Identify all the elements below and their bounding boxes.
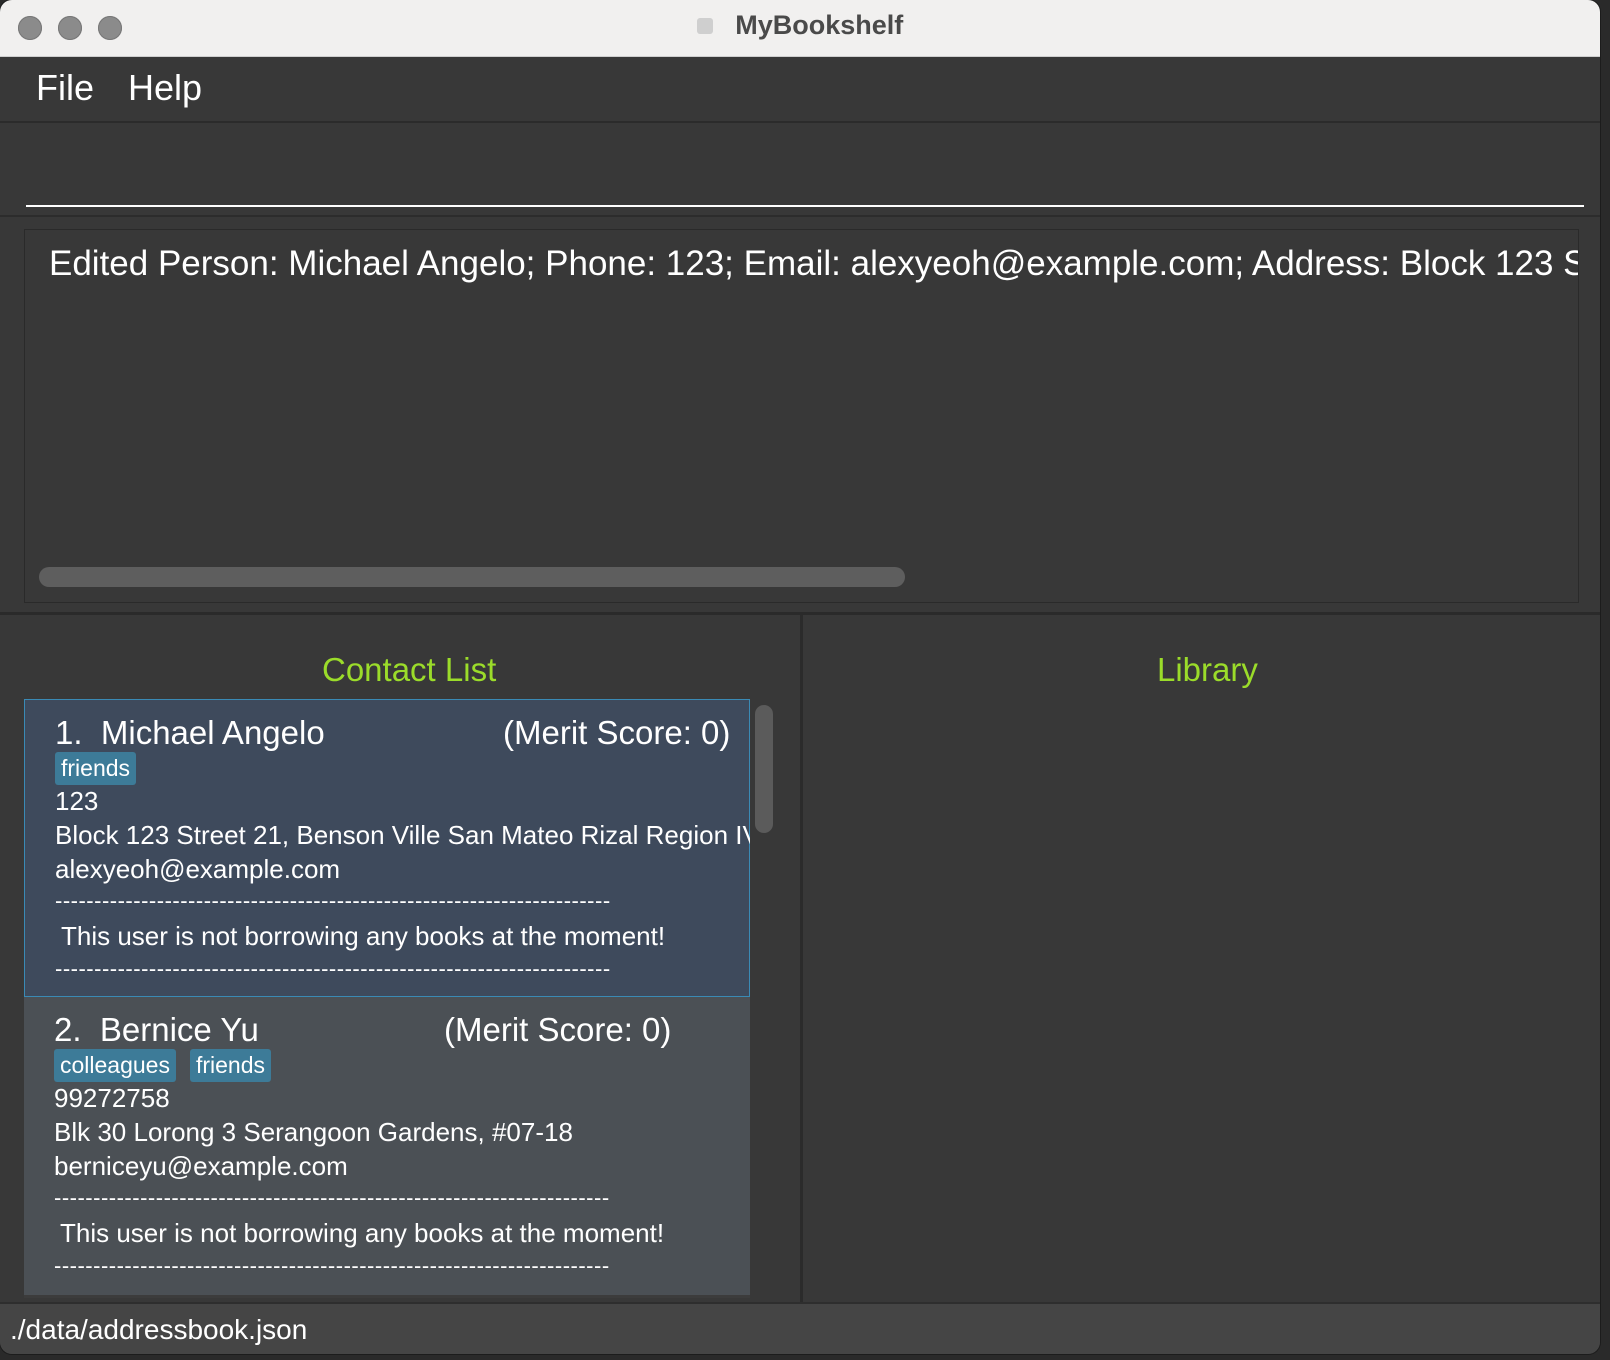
contact-name: 1. Michael Angelo xyxy=(55,714,325,751)
tag-list: colleagues friends xyxy=(54,1049,285,1082)
tag-badge: friends xyxy=(55,752,137,785)
tag-badge: friends xyxy=(189,1049,272,1082)
separator-line: ----------------------------------------… xyxy=(55,956,611,981)
contact-email: alexyeoh@example.com xyxy=(55,854,341,884)
window-title-group: MyBookshelf xyxy=(0,10,1600,41)
contact-phone: 123 xyxy=(55,786,99,816)
borrow-status: This user is not borrowing any books at … xyxy=(60,1218,665,1248)
tag-badge: colleagues xyxy=(54,1049,176,1082)
library-title: Library xyxy=(1157,651,1258,688)
separator-line: ----------------------------------------… xyxy=(54,1253,610,1278)
status-bar: ./data/addressbook.json xyxy=(0,1302,1600,1354)
borrow-status: This user is not borrowing any books at … xyxy=(61,921,666,951)
main-panels: Contact List Library 1. Michael Angelo (… xyxy=(0,615,1600,1302)
vertical-scrollbar[interactable] xyxy=(752,699,776,1298)
result-display-panel: Edited Person: Michael Angelo; Phone: 12… xyxy=(0,217,1600,615)
command-input[interactable] xyxy=(26,129,1584,207)
menu-file[interactable]: File xyxy=(36,67,94,109)
app-icon xyxy=(696,17,713,34)
contact-address: Block 123 Street 21, Benson Ville San Ma… xyxy=(55,820,750,850)
title-bar: MyBookshelf xyxy=(0,0,1600,57)
contact-card-selected[interactable]: 1. Michael Angelo (Merit Score: 0) frien… xyxy=(24,699,750,997)
contact-name: 2. Bernice Yu xyxy=(54,1011,259,1048)
tag-list: friends xyxy=(55,752,150,785)
horizontal-scrollbar[interactable] xyxy=(39,567,905,587)
separator-line: ----------------------------------------… xyxy=(55,888,611,913)
contact-address: Blk 30 Lorong 3 Serangoon Gardens, #07-1… xyxy=(54,1117,573,1147)
menu-bar: File Help xyxy=(0,57,1600,123)
separator-line: ----------------------------------------… xyxy=(54,1185,610,1210)
app-window: MyBookshelf File Help Edited Person: Mic… xyxy=(0,0,1600,1354)
contact-email: berniceyu@example.com xyxy=(54,1151,348,1181)
merit-score: (Merit Score: 0) xyxy=(444,1011,672,1048)
result-message: Edited Person: Michael Angelo; Phone: 12… xyxy=(49,244,1578,283)
contact-list-title: Contact List xyxy=(322,651,497,688)
merit-score: (Merit Score: 0) xyxy=(503,714,731,751)
window-title: MyBookshelf xyxy=(735,10,904,40)
contact-card[interactable]: 2. Bernice Yu (Merit Score: 0) colleague… xyxy=(24,997,750,1295)
panel-divider[interactable] xyxy=(800,615,803,1302)
contact-phone: 99272758 xyxy=(54,1083,170,1113)
command-box xyxy=(0,123,1600,218)
menu-help[interactable]: Help xyxy=(128,67,202,109)
data-file-path: ./data/addressbook.json xyxy=(10,1314,308,1345)
result-display[interactable]: Edited Person: Michael Angelo; Phone: 12… xyxy=(24,229,1579,603)
contact-list[interactable]: 1. Michael Angelo (Merit Score: 0) frien… xyxy=(24,699,750,1298)
scrollbar-thumb[interactable] xyxy=(755,705,773,833)
